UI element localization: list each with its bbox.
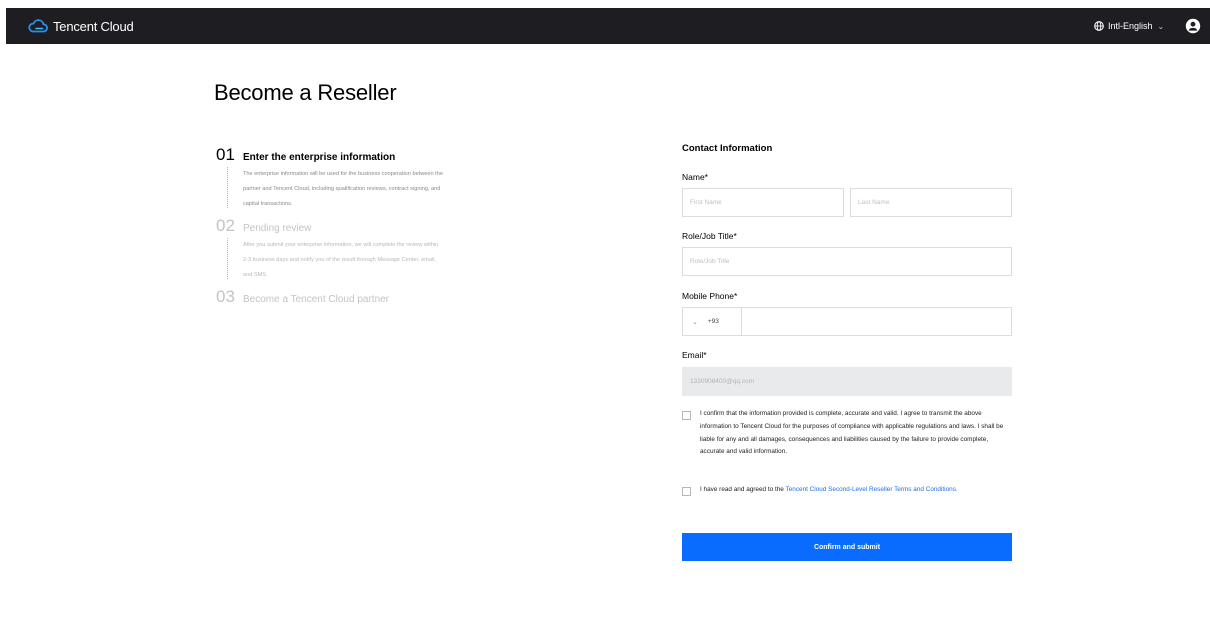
- step-title: Enter the enterprise information: [243, 152, 396, 163]
- cloud-logo-icon: [28, 19, 48, 33]
- section-title: Contact Information: [682, 143, 773, 154]
- country-code-select[interactable]: ⌄ +93: [682, 307, 742, 336]
- last-name-input[interactable]: Last Name: [850, 188, 1012, 217]
- step-number: 02: [216, 216, 235, 235]
- confirm-row: I confirm that the information provided …: [682, 410, 1012, 459]
- step-2: 02 Pending review After you submit your …: [216, 216, 456, 283]
- language-label: Intl-English: [1108, 21, 1153, 31]
- name-label: Name*: [682, 172, 708, 182]
- agree-prefix: I have read and agreed to the: [700, 486, 786, 493]
- agree-row: I have read and agreed to the Tencent Cl…: [682, 486, 1012, 497]
- language-selector[interactable]: Intl-English ⌄: [1094, 18, 1164, 34]
- step-1: 01 Enter the enterprise information The …: [216, 145, 456, 212]
- step-connector: [227, 238, 228, 279]
- step-title: Pending review: [243, 223, 312, 234]
- brand-name: Tencent Cloud: [53, 18, 134, 34]
- confirm-submit-button[interactable]: Confirm and submit: [682, 533, 1012, 561]
- step-number: 01: [216, 145, 235, 164]
- step-description: After you submit your enterprise informa…: [243, 242, 439, 278]
- step-3: 03 Become a Tencent Cloud partner: [216, 287, 456, 307]
- step-title: Become a Tencent Cloud partner: [243, 294, 390, 305]
- agree-suffix: .: [955, 486, 958, 493]
- phone-label: Mobile Phone*: [682, 291, 738, 301]
- terms-link[interactable]: Tencent Cloud Second-Level Reseller Term…: [786, 486, 956, 493]
- country-code-value: +93: [707, 318, 719, 325]
- confirm-text: I confirm that the information provided …: [700, 410, 1004, 456]
- agree-checkbox[interactable]: [682, 487, 691, 496]
- step-number: 03: [216, 287, 235, 306]
- first-name-input[interactable]: First Name: [682, 188, 844, 217]
- confirm-checkbox[interactable]: [682, 411, 691, 420]
- role-input[interactable]: Role/Job Title: [682, 247, 1012, 276]
- phone-number-input[interactable]: [741, 307, 1012, 336]
- top-nav-bar: Tencent Cloud Intl-English ⌄: [6, 8, 1210, 44]
- chevron-down-icon: ⌄: [1157, 21, 1165, 31]
- step-connector: [227, 167, 228, 208]
- user-account-icon[interactable]: [1185, 18, 1201, 34]
- progress-steps: 01 Enter the enterprise information The …: [216, 145, 456, 307]
- step-description: The enterprise information will be used …: [243, 171, 443, 207]
- email-input: 1330908400@qq.com: [682, 367, 1012, 396]
- email-label: Email*: [682, 350, 707, 360]
- globe-icon: [1094, 21, 1104, 31]
- brand-logo[interactable]: Tencent Cloud: [27, 17, 134, 35]
- page: Tencent Cloud Intl-English ⌄ Become a Re…: [0, 0, 1210, 634]
- role-label: Role/Job Title*: [682, 231, 737, 241]
- chevron-down-icon: ⌄: [692, 318, 698, 326]
- page-title: Become a Reseller: [214, 80, 397, 105]
- agree-text: I have read and agreed to the Tencent Cl…: [700, 484, 1010, 497]
